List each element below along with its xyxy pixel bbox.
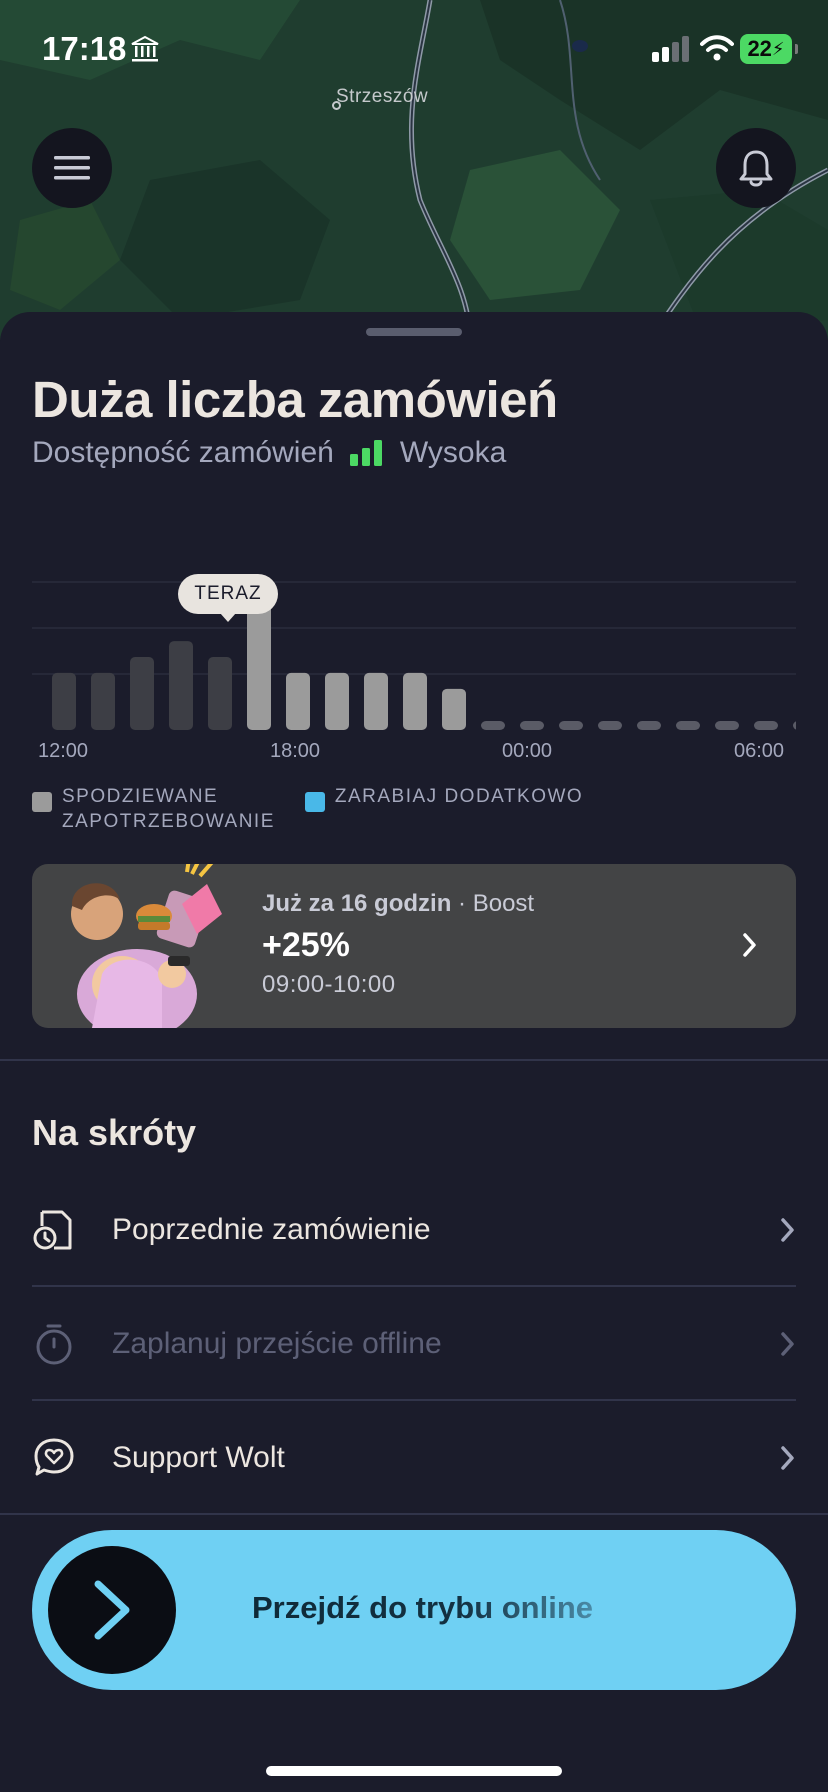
boost-type: Boost [472, 890, 535, 917]
x-tick-label: 06:00 [734, 740, 785, 762]
chart-bar [403, 672, 427, 730]
receipt-clock-icon [33, 1210, 72, 1250]
boost-text: Już za 16 godzin · Boost +25% 09:00-10:0… [262, 890, 534, 999]
battery-indicator: 22 ⚡ [740, 34, 798, 64]
legend-label: ZARABIAJ DODATKOWO [334, 786, 584, 807]
boost-when-line: Już za 16 godzin · Boost [262, 890, 534, 918]
chart-bar [169, 641, 193, 730]
chart-bar [52, 672, 76, 730]
charging-bolt-icon: ⚡ [771, 38, 785, 59]
chart-legend: SPODZIEWANE ZAPOTRZEBOWANIE ZARABIAJ DOD… [32, 784, 613, 834]
chart-bar [91, 672, 115, 730]
x-tick-label: 18:00 [270, 740, 321, 762]
section-divider [0, 1059, 828, 1061]
demand-chart [32, 512, 796, 752]
shortcut-label: Support Wolt [112, 1441, 285, 1474]
chart-bar [325, 672, 349, 730]
boost-hours: 09:00-10:00 [262, 971, 396, 998]
shortcut-support[interactable]: Support Wolt [32, 1402, 796, 1514]
bank-icon [131, 35, 159, 62]
legend-label: SPODZIEWANE [62, 786, 219, 807]
legend-swatch [32, 792, 52, 812]
home-indicator[interactable] [266, 1766, 562, 1776]
legend-label: ZAPOTRZEBOWANIE [62, 811, 275, 832]
status-bar: 17:18 22 ⚡ [0, 0, 828, 100]
shortcut-label: Zaplanuj przejście offline [112, 1327, 442, 1360]
chart-bar [598, 721, 622, 730]
chart-bar [130, 657, 154, 730]
shortcut-previous-order[interactable]: Poprzednie zamówienie [32, 1174, 796, 1286]
list-divider [32, 1399, 796, 1401]
go-online-slider[interactable]: Przejdź do trybu online [32, 1530, 796, 1690]
chart-bar [715, 721, 739, 730]
menu-button[interactable] [32, 128, 112, 208]
shortcuts-title: Na skróty [32, 1112, 197, 1153]
legend-item-extra: ZARABIAJ DODATKOWO [304, 784, 584, 812]
hamburger-icon [54, 156, 90, 180]
chevron-right-icon [781, 1332, 794, 1356]
shortcut-schedule-offline: Zaplanuj przejście offline [32, 1288, 796, 1400]
notifications-button[interactable] [716, 128, 796, 208]
section-divider [0, 1513, 828, 1515]
chart-bar [208, 657, 232, 730]
status-time: 17:18 [42, 30, 127, 67]
list-divider [32, 1285, 796, 1287]
courier-illustration [71, 864, 222, 1028]
boost-value: +25% [262, 926, 350, 964]
chart-bar [676, 721, 700, 730]
boost-card[interactable]: Już za 16 godzin · Boost +25% 09:00-10:0… [32, 864, 796, 1028]
boost-separator: · [458, 890, 467, 917]
chart-bar [754, 721, 778, 730]
x-tick-label: 00:00 [502, 740, 553, 762]
chart-bar [559, 721, 583, 730]
now-marker: TERAZ [178, 574, 278, 622]
legend-item-demand: SPODZIEWANE ZAPOTRZEBOWANIE [32, 784, 275, 834]
page-title: Duża liczba zamówień [32, 371, 558, 428]
chart-bar [364, 672, 388, 730]
availability-value: Wysoka [399, 436, 507, 469]
chevron-right-icon [781, 1218, 794, 1242]
chevron-right-icon [781, 1446, 794, 1470]
shortcut-label: Poprzednie zamówienie [112, 1213, 431, 1246]
chart-bar [286, 672, 310, 730]
chart-bar [481, 721, 505, 730]
availability-label: Dostępność zamówień [32, 436, 334, 469]
bell-icon [739, 150, 773, 187]
wifi-icon [700, 35, 734, 61]
availability-row: Dostępność zamówień Wysoka [32, 436, 506, 470]
boost-when: Już za 16 godzin [262, 890, 452, 917]
chevron-right-icon [743, 933, 756, 957]
sheet-grabber[interactable] [366, 328, 462, 336]
timer-icon [36, 1324, 72, 1365]
chart-bar [520, 721, 544, 730]
chart-bar [637, 721, 661, 730]
chart-bar [793, 721, 796, 730]
chevron-right-icon [94, 1580, 130, 1640]
legend-swatch [304, 792, 325, 812]
heart-chat-icon [34, 1438, 74, 1476]
cellular-signal-icon [652, 36, 689, 62]
bottom-sheet: Duża liczba zamówień Dostępność zamówień… [0, 312, 828, 1792]
chart-bar [442, 688, 466, 730]
battery-level: 22 [747, 36, 772, 61]
slider-knob[interactable] [48, 1546, 176, 1674]
go-online-label: Przejdź do trybu online [252, 1590, 594, 1625]
availability-bars-icon [349, 440, 382, 466]
x-tick-label: 12:00 [38, 740, 89, 762]
